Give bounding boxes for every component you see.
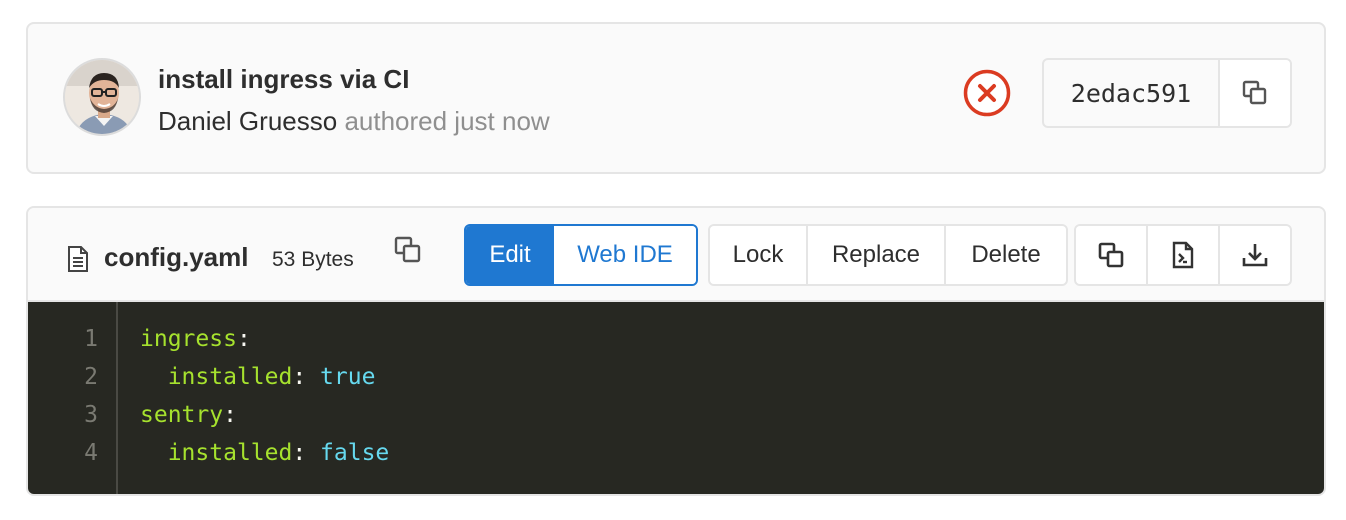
open-raw-icon [1172,241,1194,269]
copy-source-button[interactable] [1076,226,1148,284]
line-number[interactable]: 2 [58,364,98,390]
line-number-gutter: 1 2 3 4 [28,302,118,494]
commit-meta: Daniel Gruesso authored just now [158,106,550,137]
download-button[interactable] [1220,226,1290,284]
code-line: sentry: [140,402,237,428]
replace-button[interactable]: Replace [808,226,946,284]
code-line: installed: false [140,440,390,466]
edit-button-group: Edit Web IDE [464,224,698,286]
download-icon [1242,244,1268,267]
yaml-value: false [320,440,390,466]
line-number[interactable]: 3 [58,402,98,428]
copy-file-path-button[interactable] [394,236,422,269]
file-icon-actions-group [1074,224,1292,286]
commit-title[interactable]: install ingress via CI [158,64,409,95]
code-line: installed: true [140,364,376,390]
copy-sha-button[interactable] [1220,60,1290,126]
lock-button[interactable]: Lock [710,226,808,284]
yaml-separator: : [223,402,237,428]
delete-button[interactable]: Delete [946,226,1066,284]
yaml-key: installed [167,364,293,390]
commit-sha-group: 2edac591 [1042,58,1292,128]
file-name: config.yaml [104,242,249,272]
file-actions-group: Lock Replace Delete [708,224,1068,286]
yaml-separator: : [236,326,251,352]
file-size: 53 Bytes [272,248,354,271]
copy-icon [394,236,421,263]
yaml-value: true [320,364,376,390]
copy-source-icon [1098,242,1124,268]
yaml-key: ingress [140,326,237,352]
avatar-photo [65,60,139,134]
code-viewer[interactable]: 1 2 3 4 ingress: installed: true sentry:… [28,302,1324,494]
code-line: ingress: [140,326,251,352]
yaml-separator: : [292,440,321,466]
avatar[interactable] [63,58,141,136]
file-header: config.yaml 53 Bytes Edit Web IDE Lock R… [28,208,1324,302]
copy-icon [1242,80,1267,105]
commit-sha[interactable]: 2edac591 [1044,60,1220,126]
pipeline-failed-icon[interactable] [962,68,1012,118]
file-card: config.yaml 53 Bytes Edit Web IDE Lock R… [26,206,1326,496]
line-number[interactable]: 4 [58,440,98,466]
commit-card: install ingress via CI Daniel Gruesso au… [26,22,1326,174]
file-icon [68,246,88,272]
web-ide-button[interactable]: Web IDE [554,226,696,284]
yaml-key: sentry [140,402,224,428]
authored-time: authored just now [344,106,550,136]
yaml-key: installed [167,440,293,466]
line-number[interactable]: 1 [58,326,98,352]
open-raw-button[interactable] [1148,226,1220,284]
yaml-separator: : [292,364,321,390]
author-name[interactable]: Daniel Gruesso [158,106,337,136]
edit-button[interactable]: Edit [466,226,554,284]
